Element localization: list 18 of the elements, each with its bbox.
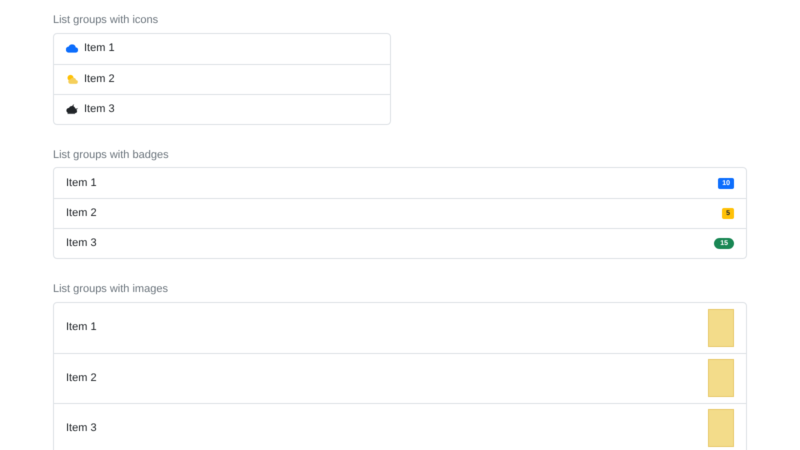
item-label: Item 3 bbox=[66, 236, 97, 252]
photo-placeholder bbox=[708, 308, 734, 346]
item-label: Item 1 bbox=[66, 320, 97, 336]
item-label: Item 3 bbox=[66, 420, 97, 436]
moon-cloud-icon bbox=[66, 104, 78, 114]
item-label: Item 1 bbox=[66, 176, 97, 191]
photo-placeholder bbox=[708, 359, 734, 397]
section-title: List groups with badges bbox=[53, 148, 170, 162]
item-label: Item 2 bbox=[66, 370, 97, 386]
sun-cloud-icon bbox=[66, 74, 78, 84]
cloud-icon bbox=[66, 44, 78, 53]
item-label: Item 3 bbox=[84, 102, 115, 117]
section-title: List groups with images bbox=[53, 282, 169, 297]
item-label: Item 1 bbox=[84, 41, 115, 56]
item-label: Item 2 bbox=[66, 206, 97, 222]
photo-placeholder bbox=[708, 409, 734, 447]
item-label: Item 2 bbox=[84, 72, 115, 87]
section-title: List groups with icons bbox=[53, 13, 160, 28]
